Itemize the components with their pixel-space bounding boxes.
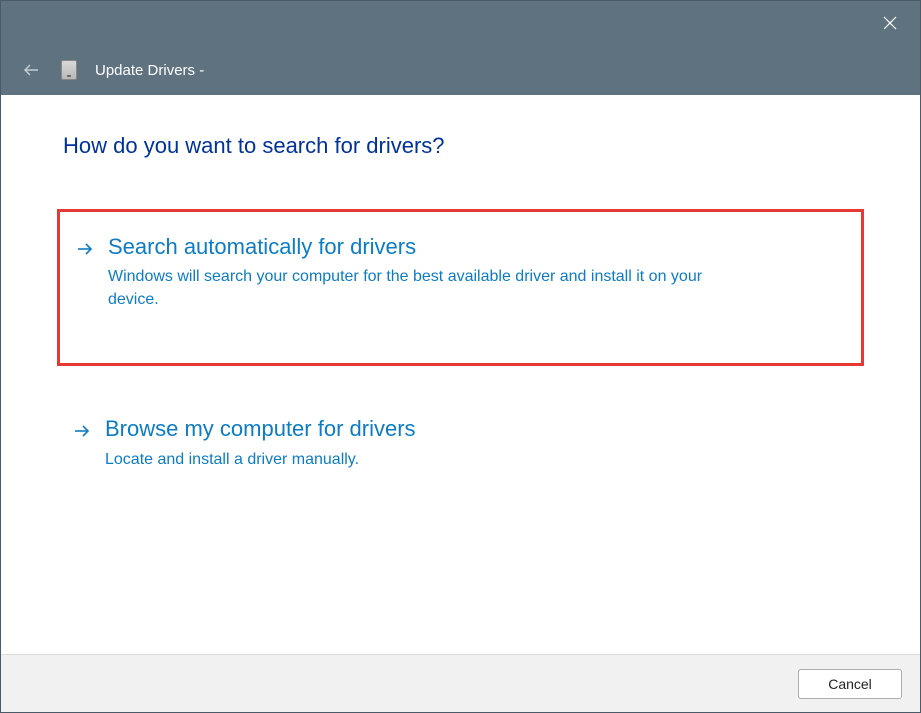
arrow-right-icon	[73, 422, 91, 445]
dialog-footer: Cancel	[1, 654, 920, 712]
option-title: Search automatically for drivers	[108, 234, 748, 260]
arrow-right-icon	[76, 240, 94, 263]
header-title: Update Drivers -	[95, 62, 204, 79]
option-browse-computer[interactable]: Browse my computer for drivers Locate an…	[57, 398, 864, 489]
close-button[interactable]	[868, 7, 912, 39]
device-icon	[61, 60, 77, 80]
titlebar	[1, 1, 920, 45]
option-text: Browse my computer for drivers Locate an…	[105, 416, 416, 471]
header-bar: Update Drivers -	[1, 45, 920, 95]
cancel-button[interactable]: Cancel	[798, 669, 902, 699]
update-drivers-dialog: Update Drivers - How do you want to sear…	[0, 0, 921, 713]
option-text: Search automatically for drivers Windows…	[108, 234, 748, 311]
content-area: How do you want to search for drivers? S…	[1, 95, 920, 654]
page-title: How do you want to search for drivers?	[63, 133, 864, 159]
back-button[interactable]	[19, 58, 43, 82]
option-search-automatically[interactable]: Search automatically for drivers Windows…	[57, 209, 864, 366]
option-description: Locate and install a driver manually.	[105, 449, 416, 471]
close-icon	[883, 16, 897, 30]
back-arrow-icon	[23, 62, 39, 78]
option-description: Windows will search your computer for th…	[108, 266, 748, 311]
option-title: Browse my computer for drivers	[105, 416, 416, 442]
